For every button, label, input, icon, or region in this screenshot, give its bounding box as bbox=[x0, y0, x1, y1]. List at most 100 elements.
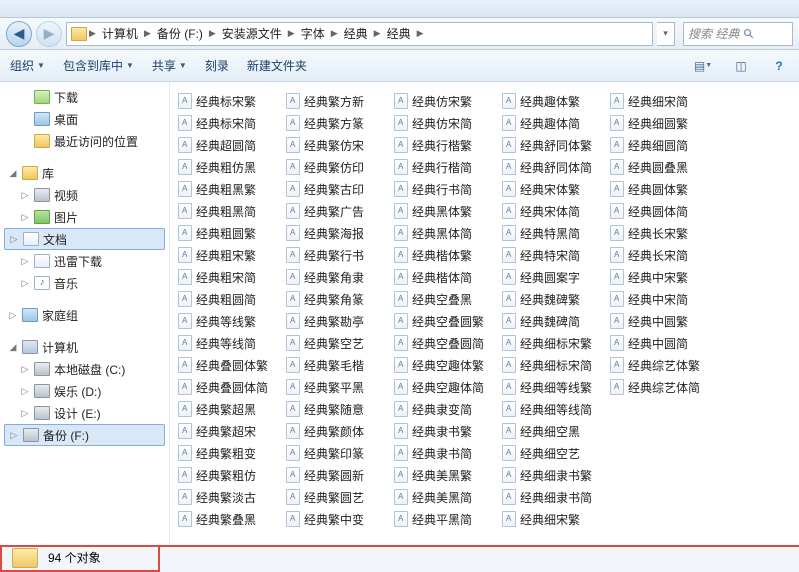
file-item[interactable]: 经典细标宋繁 bbox=[500, 332, 608, 354]
sidebar-computer[interactable]: ◢计算机 bbox=[0, 336, 169, 358]
file-item[interactable]: 经典粗黑简 bbox=[176, 200, 284, 222]
file-item[interactable]: 经典长宋繁 bbox=[608, 222, 716, 244]
sidebar-pictures[interactable]: ▷图片 bbox=[0, 206, 169, 228]
file-item[interactable]: 经典行书简 bbox=[392, 178, 500, 200]
file-item[interactable]: 经典魏碑繁 bbox=[500, 288, 608, 310]
file-item[interactable]: 经典繁角篆 bbox=[284, 288, 392, 310]
file-item[interactable]: 经典圆案字 bbox=[500, 266, 608, 288]
preview-pane-icon[interactable]: ◫ bbox=[731, 56, 751, 76]
file-item[interactable]: 经典特宋简 bbox=[500, 244, 608, 266]
sidebar-drive-f[interactable]: ▷备份 (F:) bbox=[4, 424, 165, 446]
file-item[interactable]: 经典繁印篆 bbox=[284, 442, 392, 464]
breadcrumb-segment[interactable]: 经典 bbox=[383, 25, 415, 42]
file-item[interactable]: 经典综艺体简 bbox=[608, 376, 716, 398]
file-item[interactable]: 经典繁圆新 bbox=[284, 464, 392, 486]
file-item[interactable]: 经典细标宋简 bbox=[500, 354, 608, 376]
file-item[interactable]: 经典繁中变 bbox=[284, 508, 392, 530]
file-item[interactable]: 经典隶书简 bbox=[392, 442, 500, 464]
file-item[interactable]: 经典繁平黑 bbox=[284, 376, 392, 398]
include-menu[interactable]: 包含到库中▼ bbox=[63, 57, 134, 74]
file-item[interactable]: 经典繁叠黑 bbox=[176, 508, 284, 530]
file-item[interactable]: 经典繁古印 bbox=[284, 178, 392, 200]
sidebar-video[interactable]: ▷视频 bbox=[0, 184, 169, 206]
file-item[interactable]: 经典细隶书繁 bbox=[500, 464, 608, 486]
file-item[interactable]: 经典黑体繁 bbox=[392, 200, 500, 222]
file-item[interactable]: 经典楷体繁 bbox=[392, 244, 500, 266]
file-item[interactable]: 经典细空黑 bbox=[500, 420, 608, 442]
file-item[interactable]: 经典细空艺 bbox=[500, 442, 608, 464]
file-item[interactable]: 经典空叠黑 bbox=[392, 288, 500, 310]
file-item[interactable]: 经典舒同体简 bbox=[500, 156, 608, 178]
file-item[interactable]: 经典空趣体简 bbox=[392, 376, 500, 398]
file-item[interactable]: 经典繁仿印 bbox=[284, 156, 392, 178]
back-button[interactable]: ◀ bbox=[6, 21, 32, 47]
sidebar-documents[interactable]: ▷文档 bbox=[4, 228, 165, 250]
file-item[interactable]: 经典叠圆体繁 bbox=[176, 354, 284, 376]
sidebar-homegroup[interactable]: ▷家庭组 bbox=[0, 304, 169, 326]
breadcrumb-segment[interactable]: 计算机 bbox=[98, 25, 142, 42]
file-item[interactable]: 经典魏碑简 bbox=[500, 310, 608, 332]
file-item[interactable]: 经典粗宋繁 bbox=[176, 244, 284, 266]
file-item[interactable]: 经典空趣体繁 bbox=[392, 354, 500, 376]
file-item[interactable]: 经典仿宋繁 bbox=[392, 90, 500, 112]
file-item[interactable]: 经典等线简 bbox=[176, 332, 284, 354]
file-item[interactable]: 经典细等线繁 bbox=[500, 376, 608, 398]
file-item[interactable]: 经典中宋繁 bbox=[608, 266, 716, 288]
file-item[interactable]: 经典细隶书简 bbox=[500, 486, 608, 508]
file-item[interactable]: 经典隶书繁 bbox=[392, 420, 500, 442]
file-item[interactable]: 经典叠圆体简 bbox=[176, 376, 284, 398]
file-item[interactable]: 经典繁粗变 bbox=[176, 442, 284, 464]
file-item[interactable]: 经典圆体简 bbox=[608, 200, 716, 222]
file-item[interactable]: 经典趣体繁 bbox=[500, 90, 608, 112]
file-item[interactable]: 经典趣体简 bbox=[500, 112, 608, 134]
file-item[interactable]: 经典繁空艺 bbox=[284, 332, 392, 354]
sidebar-drive-c[interactable]: ▷本地磁盘 (C:) bbox=[0, 358, 169, 380]
file-item[interactable]: 经典标宋繁 bbox=[176, 90, 284, 112]
search-input[interactable]: 搜索 经典 bbox=[683, 22, 793, 46]
file-item[interactable]: 经典繁勘亭 bbox=[284, 310, 392, 332]
file-item[interactable]: 经典粗仿黑 bbox=[176, 156, 284, 178]
file-item[interactable]: 经典标宋简 bbox=[176, 112, 284, 134]
file-item[interactable]: 经典繁方篆 bbox=[284, 112, 392, 134]
file-item[interactable]: 经典楷体简 bbox=[392, 266, 500, 288]
file-item[interactable]: 经典美黑简 bbox=[392, 486, 500, 508]
burn-button[interactable]: 刻录 bbox=[205, 57, 229, 74]
file-item[interactable]: 经典圆叠黑 bbox=[608, 156, 716, 178]
file-item[interactable]: 经典美黑繁 bbox=[392, 464, 500, 486]
file-item[interactable]: 经典黑体简 bbox=[392, 222, 500, 244]
file-item[interactable]: 经典细宋简 bbox=[608, 90, 716, 112]
file-item[interactable]: 经典繁粗仿 bbox=[176, 464, 284, 486]
file-item[interactable]: 经典繁行书 bbox=[284, 244, 392, 266]
file-item[interactable]: 经典特黑简 bbox=[500, 222, 608, 244]
file-item[interactable]: 经典行楷简 bbox=[392, 156, 500, 178]
file-item[interactable]: 经典粗宋简 bbox=[176, 266, 284, 288]
file-item[interactable]: 经典繁方新 bbox=[284, 90, 392, 112]
file-item[interactable]: 经典仿宋简 bbox=[392, 112, 500, 134]
file-item[interactable]: 经典粗黑繁 bbox=[176, 178, 284, 200]
breadcrumb-segment[interactable]: 字体 bbox=[297, 25, 329, 42]
file-item[interactable]: 经典中圆简 bbox=[608, 332, 716, 354]
file-item[interactable]: 经典长宋简 bbox=[608, 244, 716, 266]
help-icon[interactable]: ? bbox=[769, 56, 789, 76]
file-item[interactable]: 经典繁圆艺 bbox=[284, 486, 392, 508]
file-item[interactable]: 经典综艺体繁 bbox=[608, 354, 716, 376]
file-item[interactable]: 经典细宋繁 bbox=[500, 508, 608, 530]
file-item[interactable]: 经典繁颜体 bbox=[284, 420, 392, 442]
sidebar-downloads[interactable]: 下载 bbox=[0, 86, 169, 108]
file-item[interactable]: 经典中圆繁 bbox=[608, 310, 716, 332]
sidebar-drive-d[interactable]: ▷娱乐 (D:) bbox=[0, 380, 169, 402]
file-item[interactable]: 经典空叠圆繁 bbox=[392, 310, 500, 332]
file-item[interactable]: 经典舒同体繁 bbox=[500, 134, 608, 156]
sidebar-recent[interactable]: 最近访问的位置 bbox=[0, 130, 169, 152]
sidebar-thunder[interactable]: ▷迅雷下载 bbox=[0, 250, 169, 272]
file-item[interactable]: 经典繁仿宋 bbox=[284, 134, 392, 156]
file-item[interactable]: 经典圆体繁 bbox=[608, 178, 716, 200]
file-item[interactable]: 经典隶变简 bbox=[392, 398, 500, 420]
file-item[interactable]: 经典细等线简 bbox=[500, 398, 608, 420]
file-item[interactable]: 经典粗圆简 bbox=[176, 288, 284, 310]
sidebar-desktop[interactable]: 桌面 bbox=[0, 108, 169, 130]
breadcrumb-segment[interactable]: 备份 (F:) bbox=[153, 25, 207, 42]
file-item[interactable]: 经典平黑简 bbox=[392, 508, 500, 530]
file-item[interactable]: 经典繁超黑 bbox=[176, 398, 284, 420]
new-folder-button[interactable]: 新建文件夹 bbox=[247, 57, 307, 74]
